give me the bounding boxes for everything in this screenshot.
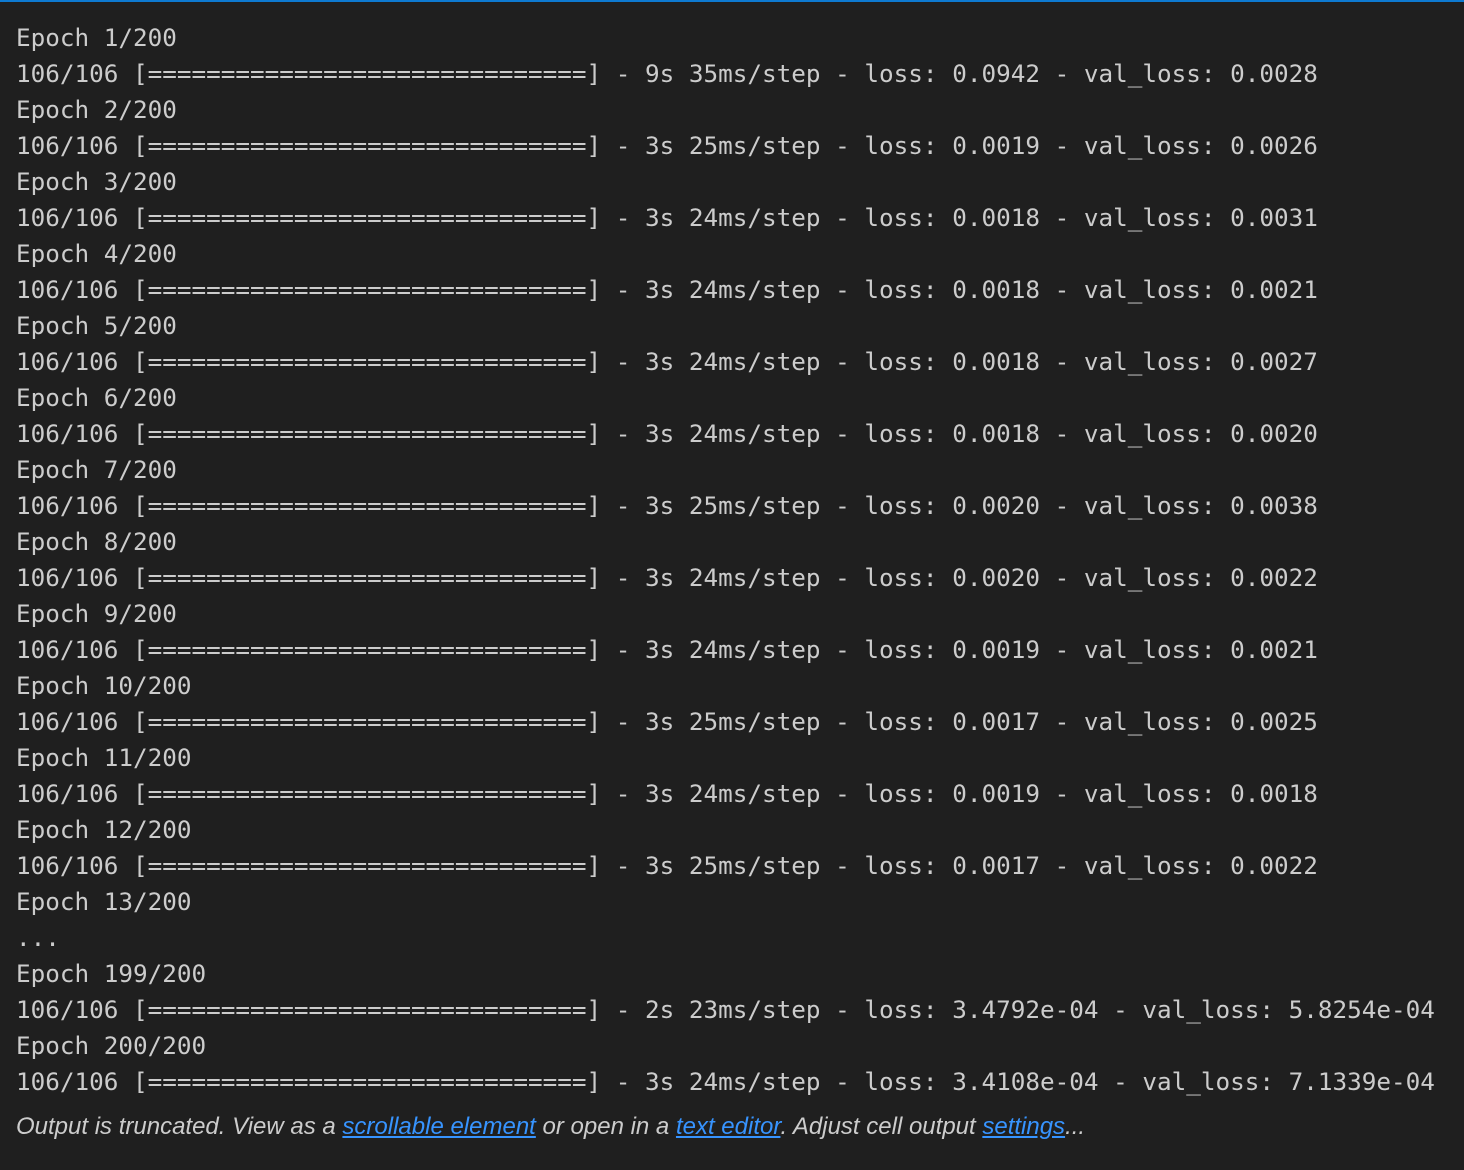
settings-link[interactable]: settings bbox=[982, 1113, 1065, 1140]
output-line: Epoch 9/200 bbox=[16, 599, 177, 628]
output-line: Epoch 2/200 bbox=[16, 95, 177, 124]
text-editor-link[interactable]: text editor bbox=[676, 1113, 781, 1140]
output-line: Epoch 1/200 bbox=[16, 23, 177, 52]
output-line: Epoch 13/200 bbox=[16, 887, 192, 916]
output-line: 106/106 [==============================]… bbox=[16, 1067, 1435, 1096]
truncation-text-1: Output is truncated. View as a bbox=[16, 1113, 343, 1140]
truncation-text-4: ... bbox=[1065, 1113, 1086, 1140]
output-line: 106/106 [==============================]… bbox=[16, 851, 1318, 880]
output-line: Epoch 200/200 bbox=[16, 1031, 207, 1060]
output-line: Epoch 7/200 bbox=[16, 455, 177, 484]
output-line: 106/106 [==============================]… bbox=[16, 203, 1318, 232]
output-line: Epoch 8/200 bbox=[16, 527, 177, 556]
output-line: 106/106 [==============================]… bbox=[16, 563, 1318, 592]
output-line: 106/106 [==============================]… bbox=[16, 419, 1318, 448]
output-line: 106/106 [==============================]… bbox=[16, 491, 1318, 520]
cell-output: Epoch 1/200 106/106 [====================… bbox=[16, 20, 1446, 1100]
output-line: Epoch 4/200 bbox=[16, 239, 177, 268]
output-line: Epoch 5/200 bbox=[16, 311, 177, 340]
output-line: 106/106 [==============================]… bbox=[16, 59, 1318, 88]
scrollable-element-link[interactable]: scrollable element bbox=[342, 1113, 535, 1140]
output-line: Epoch 11/200 bbox=[16, 743, 192, 772]
output-line: Epoch 6/200 bbox=[16, 383, 177, 412]
output-line: Epoch 199/200 bbox=[16, 959, 207, 988]
output-line: 106/106 [==============================]… bbox=[16, 635, 1318, 664]
output-line: Epoch 3/200 bbox=[16, 167, 177, 196]
output-line: 106/106 [==============================]… bbox=[16, 275, 1318, 304]
output-line: 106/106 [==============================]… bbox=[16, 995, 1435, 1024]
output-line: 106/106 [==============================]… bbox=[16, 707, 1318, 736]
output-line: 106/106 [==============================]… bbox=[16, 779, 1318, 808]
truncation-notice: Output is truncated. View as a scrollabl… bbox=[16, 1108, 1085, 1146]
output-line: 106/106 [==============================]… bbox=[16, 131, 1318, 160]
output-line: Epoch 12/200 bbox=[16, 815, 192, 844]
output-line: Epoch 10/200 bbox=[16, 671, 192, 700]
output-line: 106/106 [==============================]… bbox=[16, 347, 1318, 376]
truncation-text-2: or open in a bbox=[535, 1113, 676, 1140]
active-cell-border bbox=[0, 0, 1464, 2]
output-line: ... bbox=[16, 923, 60, 952]
truncation-text-3: . Adjust cell output bbox=[780, 1113, 983, 1140]
